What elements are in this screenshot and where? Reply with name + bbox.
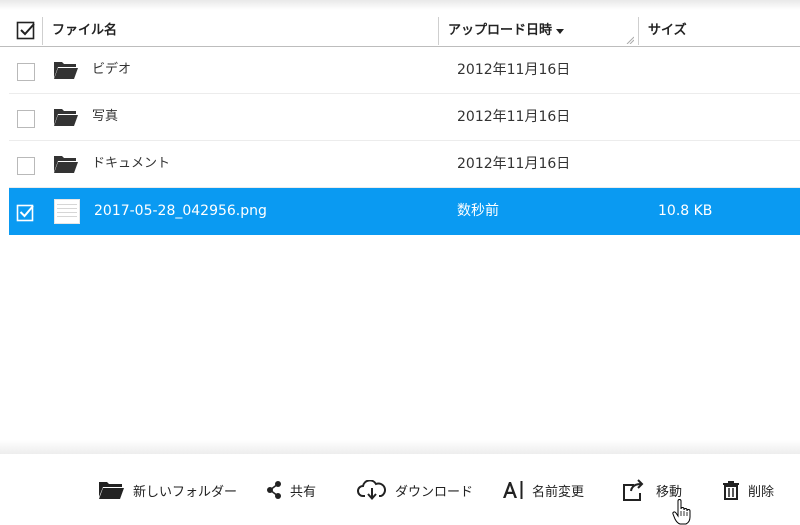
column-header-name-label: ファイル名 [52,23,118,38]
hand-pointer-icon [672,499,691,525]
file-date: 2012年11月16日 [457,62,571,78]
file-name[interactable]: 写真 [92,94,118,140]
row-checkbox[interactable] [17,63,35,81]
row-checkbox[interactable] [17,110,35,128]
new-folder-label: 新しいフォルダー [133,484,238,500]
column-separator [438,17,439,45]
share-label: 共有 [290,484,317,500]
file-date: 2012年11月16日 [457,156,571,172]
cloud-download-icon [357,480,386,500]
column-resize-grip-icon[interactable] [626,36,634,44]
column-header-date[interactable]: アップロード日時 [448,14,565,47]
column-separator [42,17,43,45]
rename-icon [503,481,523,499]
checkbox-checked-icon [16,21,35,39]
file-list: ビデオ 2012年11月16日 写真 2012年11月16日 ドキュメント 20… [9,47,800,235]
move-icon [623,479,644,501]
checkbox-checked-icon[interactable] [16,202,36,222]
column-header-date-label: アップロード日時 [448,23,553,38]
download-button[interactable]: ダウンロード [357,478,473,502]
toolbar-shadow [0,440,800,454]
select-all-checkbox[interactable] [9,14,43,47]
file-list-header: ファイル名 アップロード日時 サイズ [0,14,800,47]
folder-icon [54,109,78,126]
rename-button[interactable]: 名前変更 [502,478,584,502]
column-separator [638,17,639,45]
folder-icon [54,62,78,79]
file-name[interactable]: ビデオ [92,47,131,93]
sort-descending-icon [556,29,565,34]
column-header-size-label: サイズ [648,23,687,38]
column-header-name[interactable]: ファイル名 [52,14,117,47]
move-label: 移動 [656,484,683,500]
rename-label: 名前変更 [532,484,585,500]
share-button[interactable]: 共有 [266,478,316,502]
image-thumbnail [54,199,80,224]
folder-icon [54,156,78,173]
new-folder-button[interactable]: 新しいフォルダー [98,478,237,502]
file-date: 数秒前 [457,203,499,219]
column-header-size[interactable]: サイズ [648,14,687,47]
file-name[interactable]: 2017-05-28_042956.png [94,188,267,234]
share-icon [267,481,281,499]
file-row[interactable]: ビデオ 2012年11月16日 [9,47,800,94]
folder-icon [99,482,124,499]
download-label: ダウンロード [395,484,474,500]
delete-button[interactable]: 削除 [722,478,774,502]
trash-icon [723,481,739,500]
top-shadow [0,0,800,10]
delete-label: 削除 [748,484,775,500]
row-checkbox[interactable] [17,157,35,175]
file-name[interactable]: ドキュメント [92,141,170,187]
file-size: 10.8 KB [658,203,713,219]
file-row[interactable]: 写真 2012年11月16日 [9,94,800,141]
file-row[interactable]: ドキュメント 2012年11月16日 [9,141,800,188]
file-date: 2012年11月16日 [457,109,571,125]
file-row-selected[interactable]: 2017-05-28_042956.png 数秒前 10.8 KB [9,188,800,235]
